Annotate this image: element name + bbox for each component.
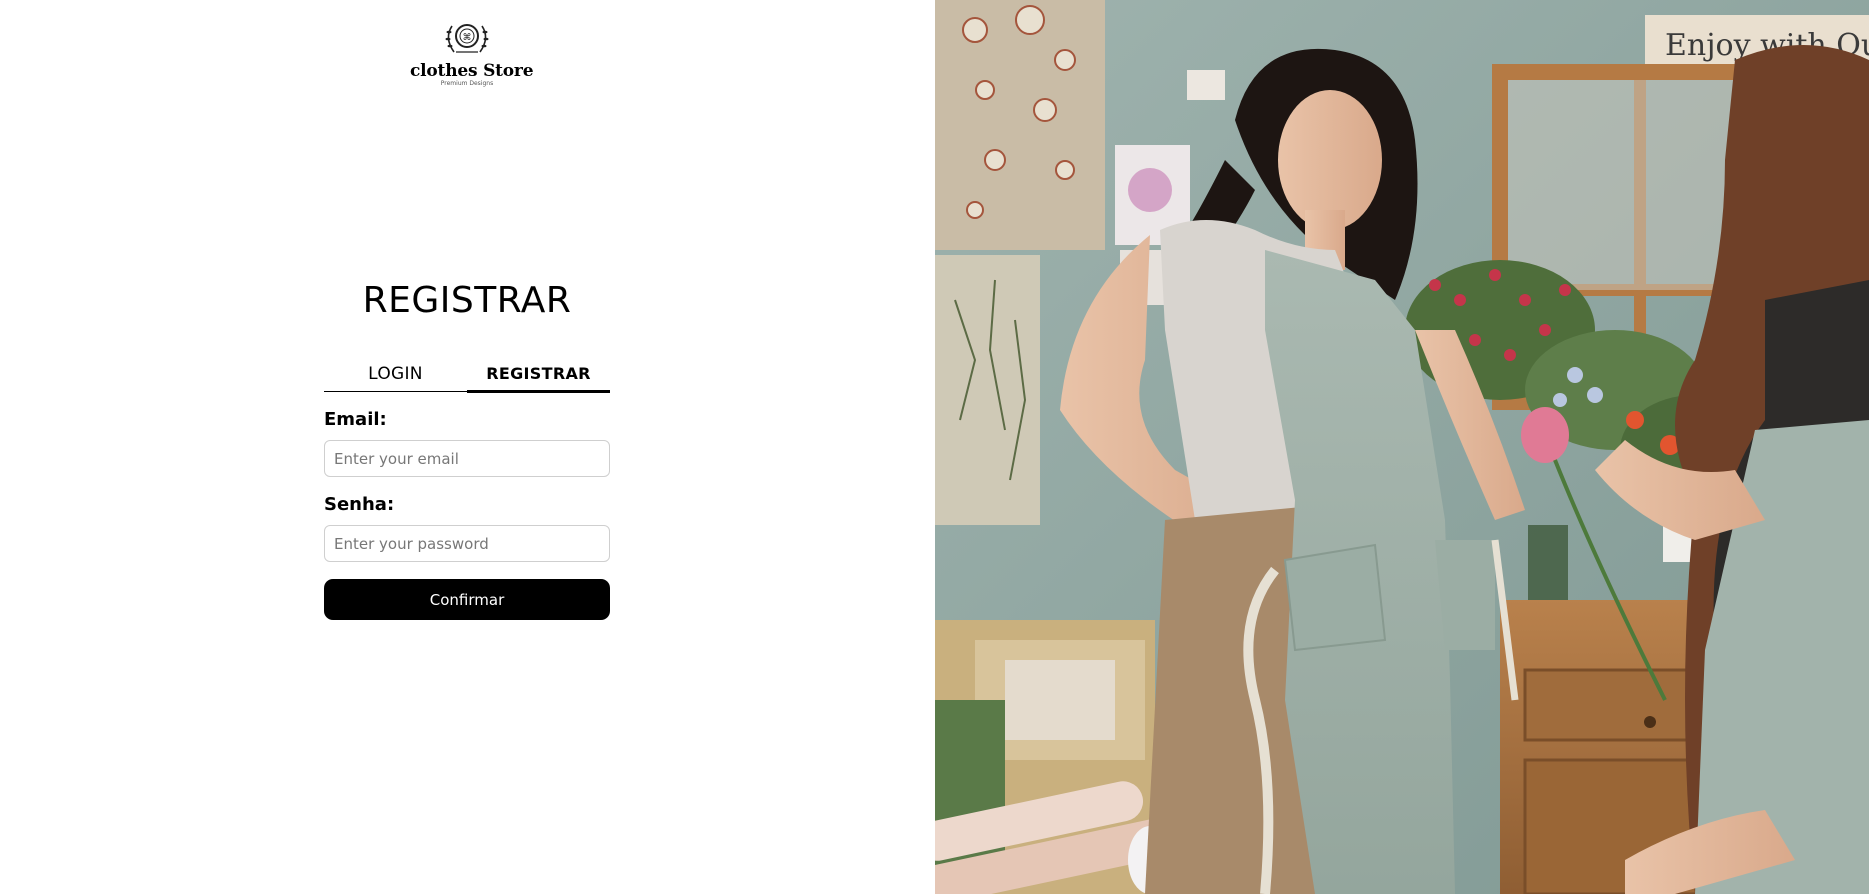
hero-photo: Enjoy with Our (935, 0, 1869, 894)
wreath-emblem-icon: ⌘ (445, 24, 489, 53)
auth-panel: ⌘ clothes Store Premium Designs REGISTRA… (0, 0, 935, 894)
brand-logo: ⌘ clothes Store Premium Designs (410, 22, 534, 92)
email-label: Email: (324, 409, 387, 430)
brand-tagline: Premium Designs (440, 80, 494, 87)
password-label: Senha: (324, 494, 395, 515)
tab-registrar[interactable]: REGISTRAR (467, 361, 610, 393)
svg-text:⌘: ⌘ (463, 33, 472, 43)
tab-login[interactable]: LOGIN (324, 361, 467, 391)
password-input[interactable] (324, 525, 610, 562)
page-title: REGISTRAR (362, 280, 572, 321)
brand-name: clothes Store (410, 61, 534, 81)
auth-tabs: LOGIN REGISTRAR (324, 361, 610, 393)
flower-shop-photo: Enjoy with Our (935, 0, 1869, 894)
email-input[interactable] (324, 440, 610, 477)
confirm-button[interactable]: Confirmar (324, 579, 610, 620)
